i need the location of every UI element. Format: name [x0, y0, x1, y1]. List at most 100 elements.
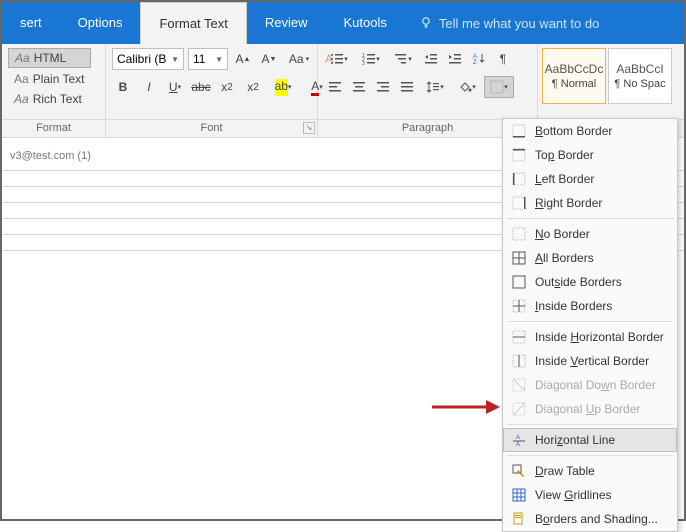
- borders-dropdown: Bottom Border Top Border Left Border Rig…: [502, 118, 678, 532]
- border-outside-item[interactable]: Outside Borders: [503, 270, 677, 294]
- show-marks-button[interactable]: ¶: [492, 48, 514, 70]
- line-spacing-button[interactable]: ▾: [420, 76, 450, 98]
- style-no-spacing[interactable]: AaBbCcI ¶ No Spac: [608, 48, 672, 104]
- border-bottom-icon: [511, 123, 527, 139]
- border-diag-up-icon: [511, 401, 527, 417]
- group-format: AaHTML AaPlain Text AaRich Text Format: [2, 44, 106, 137]
- border-left-icon: [511, 171, 527, 187]
- border-right-item[interactable]: Right Border: [503, 191, 677, 215]
- border-left-item[interactable]: Left Border: [503, 167, 677, 191]
- format-html-button[interactable]: AaHTML: [8, 48, 91, 68]
- group-font-label: Font↘: [106, 119, 317, 137]
- multilevel-button[interactable]: ▾: [388, 48, 418, 70]
- highlight-button[interactable]: ab▾: [268, 76, 298, 98]
- shading-button[interactable]: ▾: [452, 76, 482, 98]
- change-case-button[interactable]: Aa▾: [284, 48, 314, 70]
- border-outside-icon: [511, 274, 527, 290]
- tab-review[interactable]: Review: [247, 2, 326, 44]
- shrink-font-button[interactable]: A▼: [258, 48, 280, 70]
- border-diag-up-item: Diagonal Up Border: [503, 397, 677, 421]
- border-none-item[interactable]: No Border: [503, 222, 677, 246]
- decrease-indent-button[interactable]: [420, 48, 442, 70]
- align-left-icon: [328, 80, 342, 94]
- border-bottom-item[interactable]: Bottom Border: [503, 119, 677, 143]
- horizontal-line-item[interactable]: AAHorizontal Line: [503, 428, 677, 452]
- view-gridlines-item[interactable]: View Gridlines: [503, 483, 677, 507]
- border-inside-item[interactable]: Inside Borders: [503, 294, 677, 318]
- tell-me-search[interactable]: Tell me what you want to do: [405, 16, 599, 31]
- borders-icon: [490, 80, 504, 94]
- gridlines-icon: [511, 487, 527, 503]
- superscript-button[interactable]: x2: [242, 76, 264, 98]
- border-diag-down-icon: [511, 377, 527, 393]
- border-inside-icon: [511, 298, 527, 314]
- sort-icon: AZ: [472, 52, 486, 66]
- group-format-label: Format: [2, 119, 105, 137]
- format-rich-button[interactable]: AaRich Text: [8, 90, 91, 108]
- draw-table-item[interactable]: Draw Table: [503, 459, 677, 483]
- font-size-combo[interactable]: 11▼: [188, 48, 228, 70]
- svg-text:3: 3: [362, 61, 365, 66]
- format-plain-button[interactable]: AaPlain Text: [8, 70, 91, 88]
- justify-icon: [400, 80, 414, 94]
- grow-font-button[interactable]: A▲: [232, 48, 254, 70]
- subscript-button[interactable]: x2: [216, 76, 238, 98]
- group-font: Calibri (B▼ 11▼ A▲ A▼ Aa▾ A B I U▾ abc x…: [106, 44, 318, 137]
- border-inside-v-icon: [511, 353, 527, 369]
- lightbulb-icon: [419, 16, 433, 30]
- svg-text:A: A: [516, 435, 520, 441]
- font-name-combo[interactable]: Calibri (B▼: [112, 48, 184, 70]
- separator: [507, 424, 673, 425]
- tab-insert[interactable]: sert: [2, 2, 60, 44]
- separator: [507, 455, 673, 456]
- tab-kutools[interactable]: Kutools: [326, 2, 405, 44]
- align-left-button[interactable]: [324, 76, 346, 98]
- border-top-item[interactable]: Top Border: [503, 143, 677, 167]
- multilevel-icon: [394, 52, 408, 66]
- horizontal-line-icon: AA: [511, 432, 527, 448]
- border-inside-h-item[interactable]: Inside Horizontal Border: [503, 325, 677, 349]
- ribbon-tabs: sert Options Format Text Review Kutools …: [2, 2, 684, 44]
- separator: [507, 218, 673, 219]
- justify-button[interactable]: [396, 76, 418, 98]
- style-normal[interactable]: AaBbCcDc ¶ Normal: [542, 48, 606, 104]
- svg-text:Z: Z: [473, 60, 477, 66]
- sort-button[interactable]: AZ: [468, 48, 490, 70]
- italic-button[interactable]: I: [138, 76, 160, 98]
- bullets-button[interactable]: ▾: [324, 48, 354, 70]
- align-right-icon: [376, 80, 390, 94]
- borders-shading-item[interactable]: Borders and Shading...: [503, 507, 677, 531]
- bold-button[interactable]: B: [112, 76, 134, 98]
- increase-indent-button[interactable]: [444, 48, 466, 70]
- font-launcher-icon[interactable]: ↘: [303, 122, 315, 134]
- align-center-icon: [352, 80, 366, 94]
- border-diag-down-item: Diagonal Down Border: [503, 373, 677, 397]
- borders-button[interactable]: ▾: [484, 76, 514, 98]
- border-inside-v-item[interactable]: Inside Vertical Border: [503, 349, 677, 373]
- border-right-icon: [511, 195, 527, 211]
- align-right-button[interactable]: [372, 76, 394, 98]
- borders-shading-icon: [511, 511, 527, 527]
- border-none-icon: [511, 226, 527, 242]
- bullets-icon: [330, 52, 344, 66]
- border-all-icon: [511, 250, 527, 266]
- tab-format-text[interactable]: Format Text: [140, 2, 246, 44]
- chevron-down-icon: ▼: [171, 55, 179, 64]
- draw-table-icon: [511, 463, 527, 479]
- annotation-arrow-icon: [430, 397, 502, 417]
- border-all-item[interactable]: All Borders: [503, 246, 677, 270]
- numbering-icon: 123: [362, 52, 376, 66]
- align-center-button[interactable]: [348, 76, 370, 98]
- underline-button[interactable]: U▾: [164, 76, 186, 98]
- svg-text:A: A: [516, 442, 520, 447]
- strikethrough-button[interactable]: abc: [190, 76, 212, 98]
- outdent-icon: [424, 52, 438, 66]
- indent-icon: [448, 52, 462, 66]
- border-inside-h-icon: [511, 329, 527, 345]
- border-top-icon: [511, 147, 527, 163]
- separator: [507, 321, 673, 322]
- chevron-down-icon: ▼: [215, 55, 223, 64]
- numbering-button[interactable]: 123▾: [356, 48, 386, 70]
- tab-options[interactable]: Options: [60, 2, 141, 44]
- bucket-icon: [458, 80, 472, 94]
